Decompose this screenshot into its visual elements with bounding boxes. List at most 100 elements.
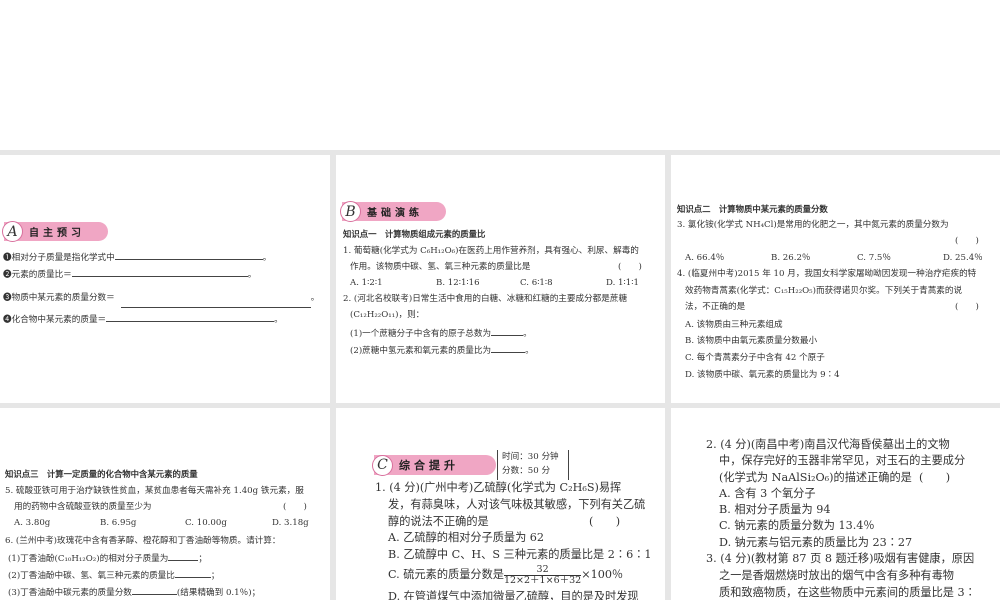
item-4: ❹化合物中某元素的质量＝ 。: [3, 313, 283, 326]
q1-line: 1. (4 分)(广州中考)乙硫醇(化学式为 C₂H₆S)易挥: [375, 481, 622, 494]
q2-line: 中，保存完好的玉器非常罕见，对玉石的主要成分: [719, 454, 966, 467]
q5-line: 5. 硫酸亚铁可用于治疗缺铁性贫血，某贫血患者每天需补充 1.40g 铁元素，服: [5, 486, 304, 496]
option-d: D. 该物质中碳、氧元素的质量比为 9∶4: [685, 370, 840, 380]
slide-comprehensive-2[interactable]: 2. (4 分)(南昌中考)南昌汉代海昏侯墓出土的文物 中，保存完好的玉器非常罕…: [671, 408, 1000, 600]
answer-paren[interactable]: ( ): [955, 235, 979, 247]
q6-sub-3: (3)丁香油酚中碳元素的质量分数 (结果精确到 0.1％)；: [8, 586, 260, 599]
q3-line: 之一是香烟燃烧时放出的烟气中含有多种有毒物: [719, 569, 954, 582]
section-badge-a: A 自主预习: [2, 221, 108, 242]
blank: [114, 251, 263, 260]
badge-label: 基础演练: [367, 208, 423, 219]
fraction-numerator: 32: [503, 564, 582, 576]
option-b: B. 12∶1∶16: [436, 278, 480, 288]
option-a: A. 66.4％: [685, 253, 725, 263]
option-b: B. 该物质中由氧元素质量分数最小: [685, 336, 818, 346]
q1-line: 醇的说法不正确的是: [388, 515, 489, 528]
blank: [71, 268, 248, 277]
q4-line: 法，不正确的是: [685, 302, 746, 312]
fraction-tail: ×100％: [581, 568, 624, 581]
option-c: C. 钠元素的质量分数为 13.4％: [719, 519, 875, 532]
blank[interactable]: [131, 586, 177, 595]
item-text: ❷元素的质量比＝: [3, 270, 72, 280]
option-c: C. 10.00g: [185, 518, 227, 528]
option-d: D. 钠元素与铝元素的质量比为 23∶27: [719, 536, 913, 549]
knowledge-heading: 知识点一 计算物质组成元素的质量比: [343, 229, 486, 239]
option-b: B. 26.2％: [771, 253, 811, 263]
item-2: ❷元素的质量比＝ 。: [3, 268, 256, 281]
option-b: B. 乙硫醇中 C、H、S 三种元素的质量比是 2∶6∶1: [388, 548, 652, 561]
option-a: A. 该物质由三种元素组成: [685, 320, 783, 330]
option-a: A. 含有 3 个氧分子: [719, 487, 816, 500]
answer-paren[interactable]: ( ): [618, 261, 642, 273]
q2-sub-1: (1)一个蔗糖分子中含有的原子总数为。: [350, 327, 532, 339]
q1-line: 1. 葡萄糖(化学式为 C₆H₁₂O₆)在医药上用作营养剂，具有强心、利尿、解毒…: [343, 246, 639, 256]
section-badge-b: B 基础演练: [340, 201, 446, 222]
sub-text: (1)丁香油酚(C₁₀H₁₂O₂)的相对分子质量为: [8, 554, 169, 564]
blank[interactable]: [491, 344, 526, 353]
badge-letter: A: [2, 221, 23, 242]
option-c: C. 每个青蒿素分子中含有 42 个原子: [685, 353, 825, 363]
slide-element-mass[interactable]: 知识点三 计算一定质量的化合物中含某元素的质量 5. 硫酸亚铁可用于治疗缺铁性贫…: [0, 408, 330, 600]
q2-sub-2: (2)蔗糖中氢元素和氧元素的质量比为。: [350, 344, 534, 356]
period: 。: [274, 315, 283, 325]
q4-line: 4. (临夏州中考)2015 年 10 月，我国女科学家屠呦呦因发现一种治疗疟疾…: [677, 269, 977, 279]
answer-paren[interactable]: ( ): [283, 501, 307, 513]
knowledge-heading: 知识点三 计算一定质量的化合物中含某元素的质量: [5, 469, 198, 479]
sub-text: (2)蔗糖中氢元素和氧元素的质量比为: [350, 346, 492, 356]
fraction-denominator: 12×2＋1×6＋32: [503, 574, 582, 586]
option-c: C. 硫元素的质量分数是 32 12×2＋1×6＋32 ×100％: [388, 564, 623, 586]
badge-letter: C: [372, 454, 393, 476]
q2-line: (C₁₂H₂₂O₁₁)，则：: [350, 310, 425, 320]
answer-paren[interactable]: ( ): [589, 514, 620, 529]
q4-line: 效药物青蒿素(化学式：C₁₅H₂₂O₅)而获得诺贝尔奖。下列关于青蒿素的说: [685, 286, 963, 296]
q5-line: 用的药物中含硫酸亚铁的质量至少为: [14, 502, 152, 512]
item-1: ❶相对分子质量是指化学式中 。: [3, 251, 271, 264]
option-a: A. 1∶2∶1: [350, 278, 383, 288]
q3-line: 质和致癌物质，在这些物质中元素间的质量比是 3∶: [719, 586, 976, 599]
fraction: 32 12×2＋1×6＋32: [503, 564, 582, 586]
option-c: C. 6∶1∶8: [520, 278, 553, 288]
option-d: D. 1∶1∶1: [606, 278, 639, 288]
q2-line: 2. (4 分)(南昌中考)南昌汉代海昏侯墓出土的文物: [706, 438, 950, 451]
total-score: 分数：50 分: [502, 466, 551, 476]
sub-text: (2)丁香油酚中碳、氢、氧三种元素的质量比: [8, 571, 175, 581]
blank[interactable]: [174, 569, 211, 578]
item-text: ❹化合物中某元素的质量＝: [3, 315, 107, 325]
time-score-box: 时间：30 分钟 分数：50 分: [497, 450, 569, 480]
option-b: B. 相对分子质量为 94: [719, 503, 831, 516]
q2-line: (化学式为 NaAlSi₂O₆)的描述正确的是: [719, 471, 912, 484]
item-3: ❸物质中某元素的质量分数＝ 。: [3, 291, 319, 308]
slide-self-preview[interactable]: A 自主预习 ❶相对分子质量是指化学式中。 ❷元素的质量比＝。 ❸物质中某元素的…: [0, 155, 330, 403]
item-text: ❸物质中某元素的质量分数＝: [3, 293, 115, 303]
slide-mass-fraction[interactable]: 知识点二 计算物质中某元素的质量分数 3. 氯化铵(化学式 NH₄Cl)是常用的…: [671, 155, 1000, 403]
period: 。: [262, 253, 272, 263]
blank[interactable]: [168, 552, 199, 561]
q3-line: 3. 氯化铵(化学式 NH₄Cl)是常用的化肥之一，其中氮元素的质量分数为: [677, 220, 949, 230]
sub-text: (1)一个蔗糖分子中含有的原子总数为: [350, 329, 492, 339]
slide-comprehensive[interactable]: C 综合提升 时间：30 分钟 分数：50 分 1. (4 分)(广州中考)乙硫…: [336, 408, 665, 600]
q2-line: 2. (河北名校联考)日常生活中食用的白糖、冰糖和红糖的主要成分都是蔗糖: [343, 294, 628, 304]
slide-basic-practice[interactable]: B 基础演练 知识点一 计算物质组成元素的质量比 1. 葡萄糖(化学式为 C₆H…: [336, 155, 665, 403]
blank: [120, 299, 311, 308]
time-limit: 时间：30 分钟: [502, 452, 559, 462]
q3-line: 3. (4 分)(教材第 87 页 8 题迁移)吸烟有害健康，原因: [706, 552, 975, 565]
option-d: D. 3.18g: [272, 518, 309, 528]
sub-text: (3)丁香油酚中碳元素的质量分数: [8, 588, 132, 598]
knowledge-heading: 知识点二 计算物质中某元素的质量分数: [677, 204, 828, 214]
q6-line: 6. (兰州中考)玫瑰花中含有香茅醇、橙花醇和丁香油酚等物质。请计算：: [5, 536, 281, 546]
badge-letter: B: [340, 201, 361, 222]
item-text: ❶相对分子质量是指化学式中: [3, 253, 115, 263]
answer-paren[interactable]: ( ): [919, 470, 950, 485]
option-a: A. 乙硫醇的相对分子质量为 62: [388, 531, 545, 544]
section-badge-c: C 综合提升: [372, 454, 496, 476]
period: 。: [247, 270, 257, 280]
option-b: B. 6.95g: [100, 518, 137, 528]
precision-note: (结果精确到 0.1％)；: [176, 588, 261, 598]
badge-label: 自主预习: [29, 228, 85, 239]
q6-sub-1: (1)丁香油酚(C₁₀H₁₂O₂)的相对分子质量为；: [8, 552, 207, 564]
answer-paren[interactable]: ( ): [955, 301, 979, 313]
option-c: C. 7.5％: [857, 253, 891, 263]
option-d: D. 25.4％: [943, 253, 983, 263]
q1-line: 发，有蒜臭味，人对该气味极其敏感，下列有关乙硫: [388, 498, 646, 511]
blank[interactable]: [491, 327, 524, 336]
